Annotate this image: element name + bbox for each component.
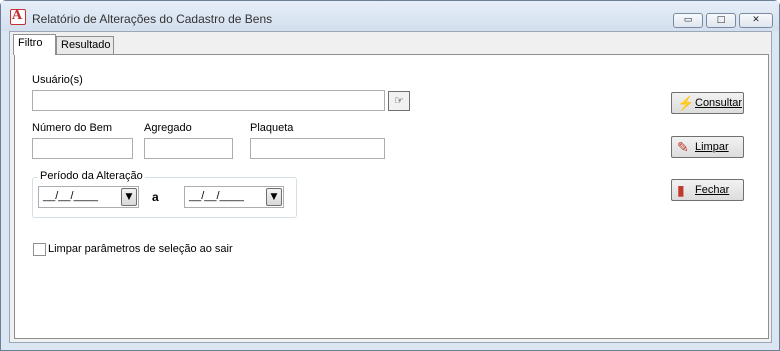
title-bar[interactable]: A Relatório de Alterações do Cadastro de…: [1, 1, 779, 31]
fechar-label: Fechar: [695, 184, 730, 196]
date-from-value: __/__/____: [43, 190, 99, 202]
users-lookup-button[interactable]: ☞: [388, 91, 410, 111]
bem-label: Número do Bem: [32, 122, 113, 134]
date-to-select[interactable]: __/__/____ ▼: [184, 186, 284, 208]
consultar-label: Consultar: [695, 97, 743, 109]
limpar-button[interactable]: ✎ Limpar: [671, 136, 744, 158]
users-input[interactable]: [32, 90, 385, 111]
maximize-icon: □: [716, 15, 726, 25]
door-icon: ▮: [677, 182, 685, 198]
app-icon[interactable]: A: [10, 8, 26, 25]
minimize-button[interactable]: ▭: [673, 13, 703, 28]
date-separator: a: [152, 190, 159, 204]
periodo-caption: Período da Alteração: [38, 170, 145, 182]
tab-filtro[interactable]: Filtro: [13, 34, 56, 55]
lightning-icon: ⚡: [677, 95, 695, 111]
minimize-icon: ▭: [683, 15, 693, 25]
close-icon: ✕: [752, 15, 760, 25]
plaqueta-label: Plaqueta: [250, 122, 294, 134]
maximize-button[interactable]: □: [706, 13, 736, 28]
agregado-input[interactable]: [144, 138, 233, 159]
chevron-down-icon[interactable]: ▼: [266, 188, 282, 206]
consultar-button[interactable]: ⚡ Consultar: [671, 92, 744, 114]
close-button[interactable]: ✕: [739, 13, 773, 28]
tab-label: Resultado: [61, 39, 111, 51]
date-to-value: __/__/____: [189, 190, 245, 202]
report-window: A Relatório de Alterações do Cadastro de…: [0, 0, 780, 351]
users-label: Usuário(s): [32, 74, 83, 86]
date-from-select[interactable]: __/__/____ ▼: [38, 186, 139, 208]
clear-on-exit-checkbox[interactable]: [33, 243, 46, 256]
lookup-icon: ☞: [394, 94, 404, 107]
agregado-label: Agregado: [144, 122, 192, 134]
tab-label: Filtro: [18, 37, 43, 49]
periodo-group: Período da Alteração __/__/____ ▼ a __/_…: [32, 170, 297, 218]
window-title: Relatório de Alterações do Cadastro de B…: [32, 12, 273, 26]
plaqueta-input[interactable]: [250, 138, 385, 159]
eraser-icon: ✎: [677, 139, 689, 155]
fechar-button[interactable]: ▮ Fechar: [671, 179, 744, 201]
bem-input[interactable]: [32, 138, 133, 159]
client-area: Filtro Resultado Usuário(s) ☞ Número do …: [9, 31, 772, 343]
clear-on-exit-label[interactable]: Limpar parâmetros de seleção ao sair: [48, 243, 233, 255]
filter-panel: Usuário(s) ☞ Número do Bem Agregado Plaq…: [14, 54, 769, 339]
chevron-down-icon[interactable]: ▼: [121, 188, 137, 206]
limpar-label: Limpar: [695, 141, 729, 153]
tab-resultado[interactable]: Resultado: [56, 36, 114, 55]
